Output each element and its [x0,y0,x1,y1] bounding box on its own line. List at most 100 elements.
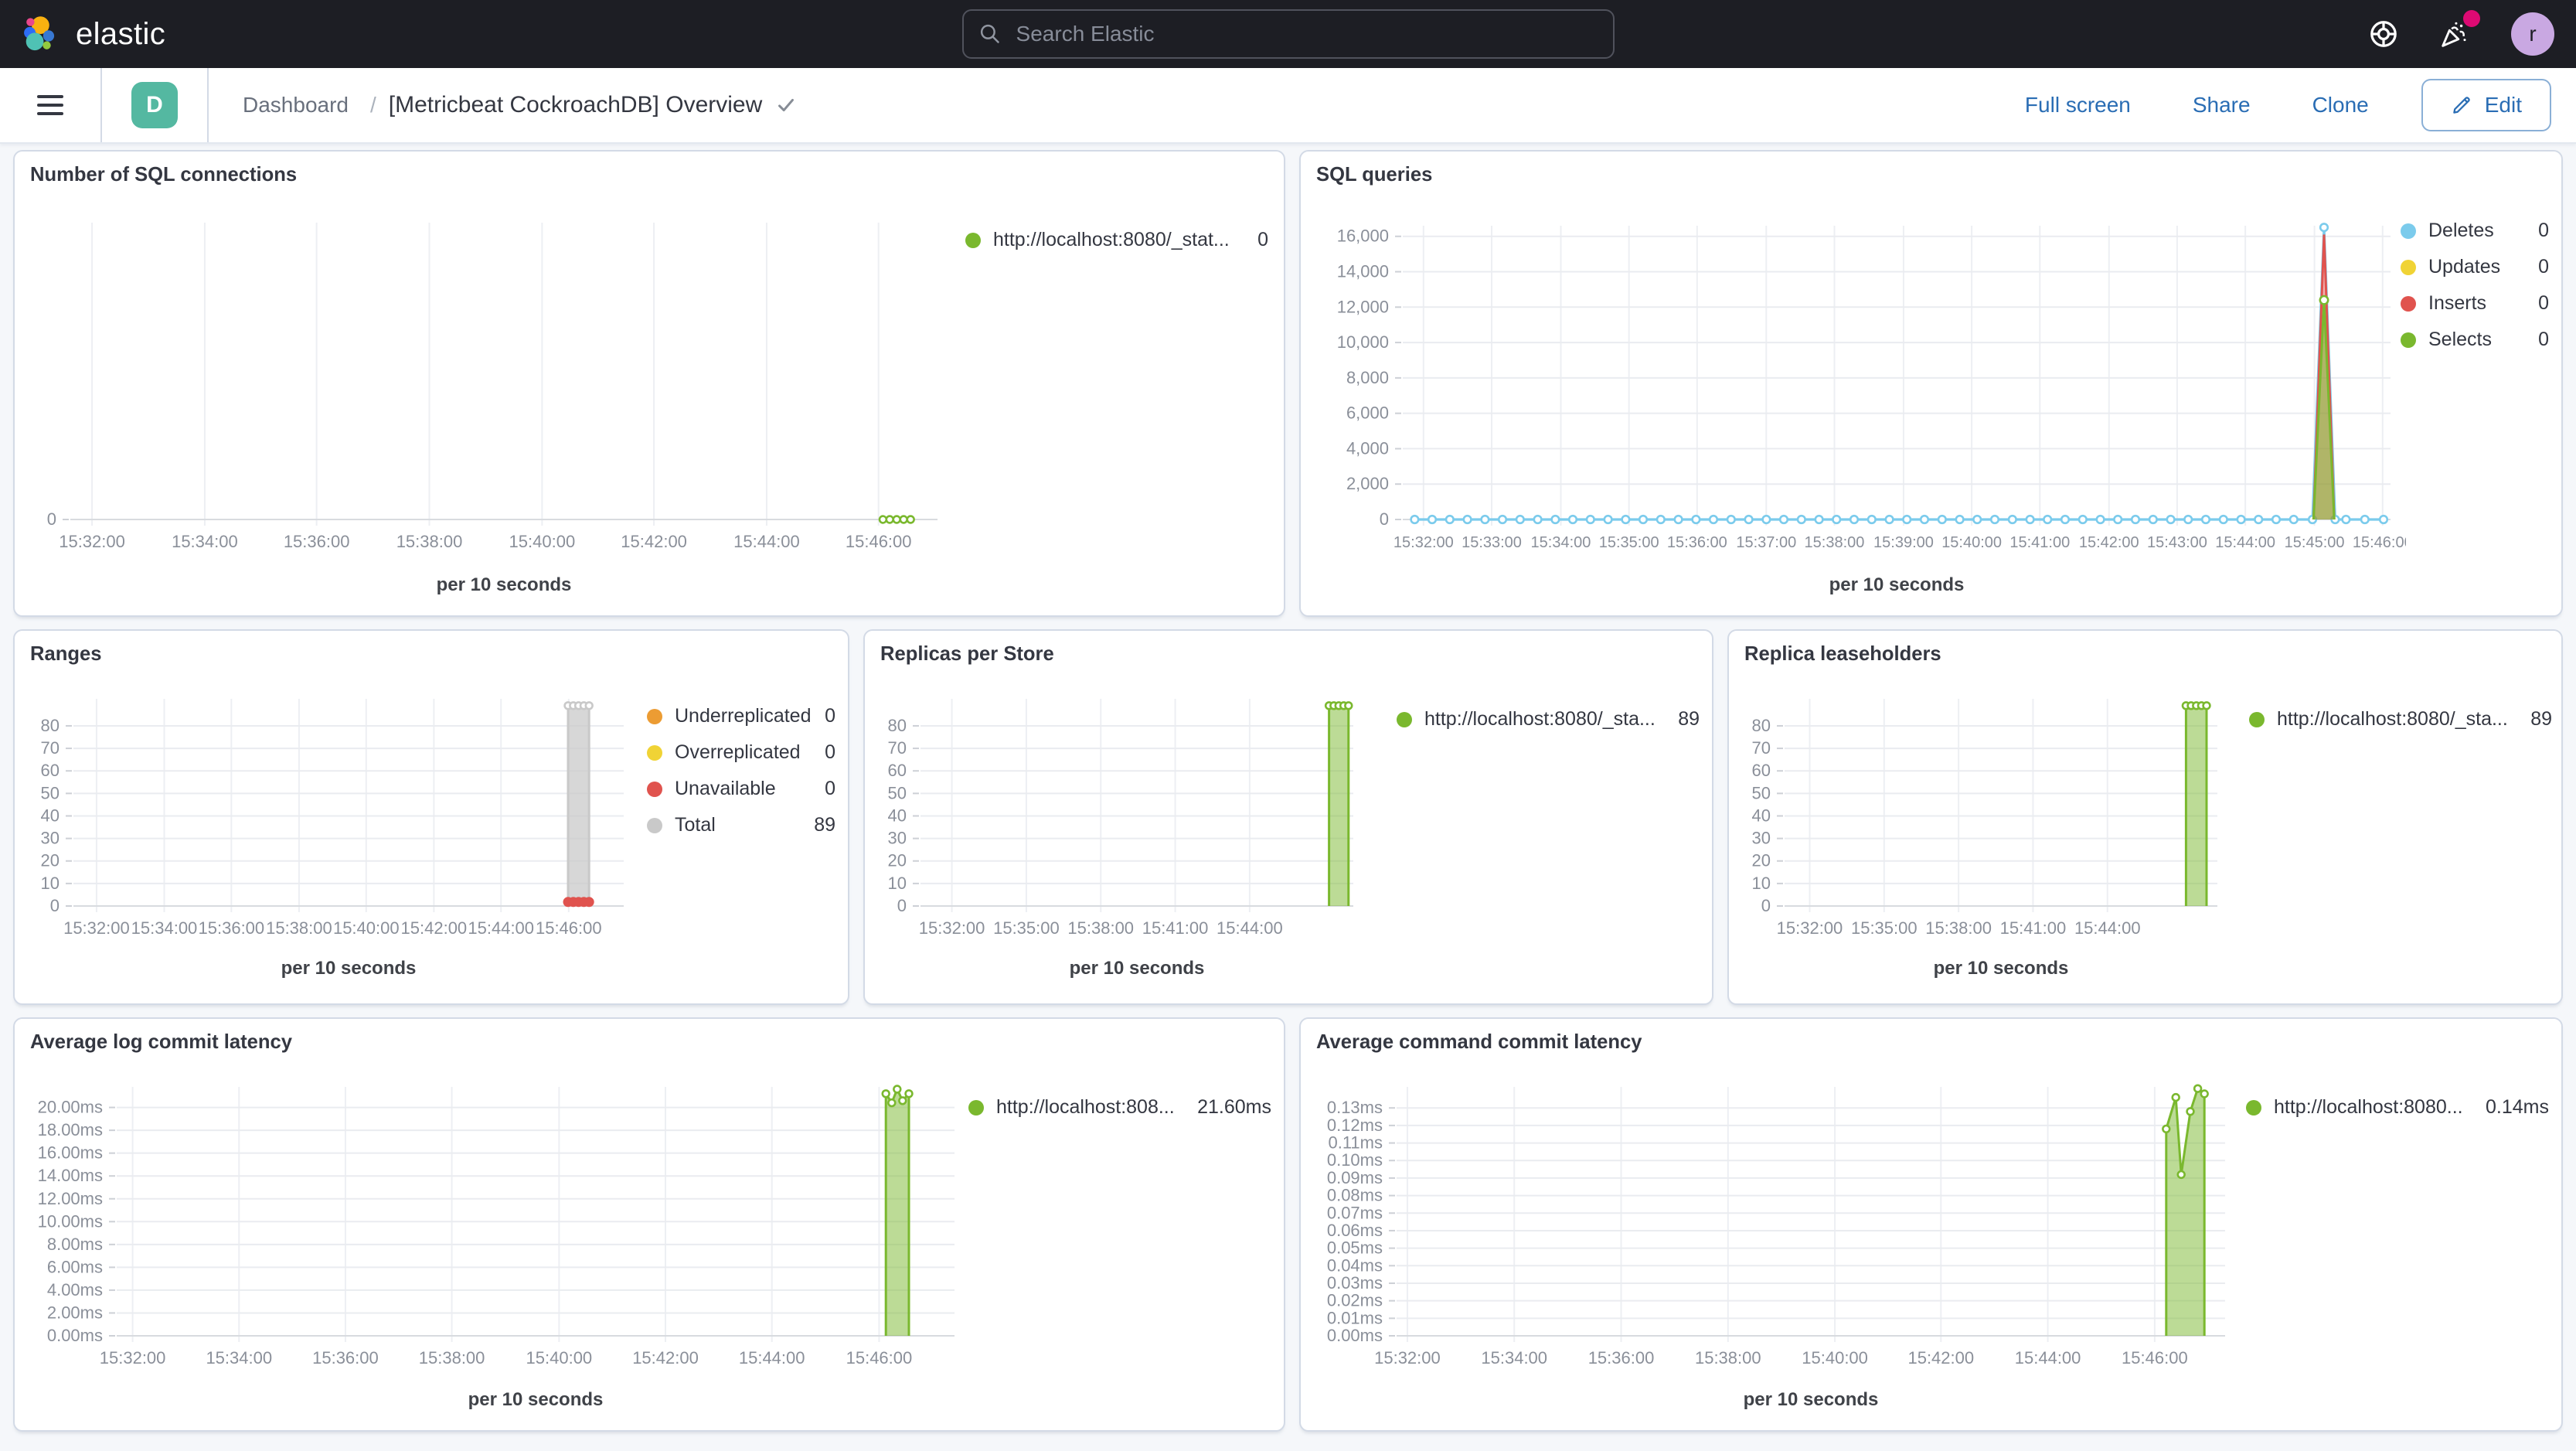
svg-text:2.00ms: 2.00ms [47,1303,103,1322]
search-input[interactable] [1012,20,1598,48]
svg-text:15:34:00: 15:34:00 [172,532,238,551]
legend-item[interactable]: http://localhost:8080/_stat... 0 [965,229,1268,251]
svg-text:15:40:00: 15:40:00 [1941,534,2002,551]
space-badge[interactable]: D [131,82,178,128]
chart-sql-queries[interactable]: 0 2,000 4,000 6,000 8,000 10,000 12,000 14,000 1… [1316,198,2406,603]
svg-text:per 10 seconds: per 10 seconds [281,958,417,979]
space-selector-wrap: D [102,68,209,142]
svg-text:0.00ms: 0.00ms [47,1326,103,1345]
user-avatar[interactable]: r [2511,12,2554,56]
svg-text:0: 0 [50,896,60,915]
global-search[interactable] [961,9,1615,59]
edit-button[interactable]: Edit [2421,79,2551,131]
svg-text:15:41:00: 15:41:00 [2000,918,2067,938]
svg-text:10.00ms: 10.00ms [38,1211,103,1231]
chart-number-of-sql-connections[interactable]: 015:32:00 15:34:00 15:36:00 15:38:00 15:40:0… [27,198,962,603]
svg-text:15:35:00: 15:35:00 [1851,918,1918,938]
panel-title[interactable]: Ranges [30,643,101,666]
svg-text:per 10 seconds: per 10 seconds [1744,1389,1879,1410]
svg-text:15:42:00: 15:42:00 [632,1348,699,1368]
toolbar-actions: Full screen Share Clone Edit [2016,79,2576,131]
svg-text:0.06ms: 0.06ms [1327,1221,1383,1240]
legend-color-dot [965,232,981,248]
svg-text:18.00ms: 18.00ms [38,1120,103,1139]
svg-text:15:40:00: 15:40:00 [509,532,576,551]
legend-color-dot [647,817,662,833]
panel-title[interactable]: SQL queries [1316,164,1432,186]
legend-item[interactable]: http://localhost:808... 21.60ms [968,1096,1271,1119]
breadcrumb-dashboard-link[interactable]: Dashboard [233,91,358,119]
chart-average-log-commit-latency[interactable]: 0.00ms 2.00ms 4.00ms 6.00ms 8.00ms 10.00ms 12.… [27,1065,970,1418]
chart-replica-leaseholders[interactable]: 0 10 20 30 40 50 60 70 80 15:32:00 15:35:00 15:38:0… [1735,677,2233,986]
svg-text:15:34:00: 15:34:00 [1481,1348,1547,1368]
chart-legend: http://localhost:808... 21.60ms [968,1096,1271,1133]
legend-item[interactable]: Unavailable 0 [647,778,835,800]
search-icon [980,24,999,43]
svg-text:60: 60 [1752,761,1771,780]
panel-title[interactable]: Average log commit latency [30,1031,292,1054]
svg-text:15:44:00: 15:44:00 [1217,918,1283,938]
chart-ranges[interactable]: 0 10 20 30 40 50 60 70 80 15:32:00 15:34:00 15:36:0… [24,677,642,986]
svg-text:50: 50 [1752,783,1771,802]
chart-replicas-per-store[interactable]: 0 10 20 30 40 50 60 70 80 15:32:00 15:35:00 15:38:0… [871,677,1369,986]
svg-text:15:44:00: 15:44:00 [2015,1348,2081,1368]
legend-item[interactable]: http://localhost:8080... 0.14ms [2246,1096,2549,1119]
legend-value: 0 [825,741,835,763]
panel-title[interactable]: Average command commit latency [1316,1031,1642,1054]
legend-item[interactable]: Deletes 0 [2401,220,2549,242]
title-check-icon[interactable] [774,94,798,117]
kibana-app: elastic Search Elastic r D Dashboard / [… [0,0,2576,1432]
full-screen-button[interactable]: Full screen [2016,91,2140,119]
svg-text:50: 50 [41,783,60,802]
svg-text:15:32:00: 15:32:00 [63,918,130,938]
svg-text:15:44:00: 15:44:00 [733,532,800,551]
svg-text:80: 80 [888,716,907,735]
help-button[interactable] [2369,19,2398,49]
legend-item[interactable]: Updates 0 [2401,256,2549,278]
svg-text:0.02ms: 0.02ms [1327,1291,1383,1310]
svg-text:70: 70 [1752,738,1771,758]
legend-value: 0 [825,705,835,727]
legend-item[interactable]: Total 89 [647,814,835,836]
chart-average-command-commit-latency[interactable]: 0.00ms0.01ms0.02ms0.03ms0.04ms0.05ms0.06… [1316,1065,2244,1418]
newsfeed-button[interactable] [2438,10,2480,50]
svg-text:0: 0 [897,896,907,915]
svg-text:0.03ms: 0.03ms [1327,1273,1383,1293]
legend-value: 0.14ms [2486,1096,2549,1118]
share-button[interactable]: Share [2183,91,2260,119]
legend-item[interactable]: Overreplicated 0 [647,741,835,764]
svg-text:15:38:00: 15:38:00 [419,1348,485,1368]
legend-item[interactable]: http://localhost:8080/_sta... 89 [1397,708,1700,731]
legend-item[interactable]: http://localhost:8080/_sta... 89 [2249,708,2552,731]
legend-color-dot [647,781,662,797]
elastic-logo[interactable]: elastic [22,14,165,54]
clone-button[interactable]: Clone [2303,91,2378,119]
legend-item[interactable]: Inserts 0 [2401,292,2549,315]
svg-text:15:32:00: 15:32:00 [1374,1348,1441,1368]
panel-title[interactable]: Number of SQL connections [30,164,297,186]
top-header: elastic Search Elastic r [0,0,2576,68]
legend-label: Underreplicated [675,705,812,727]
panel-number-of-sql-connections: Number of SQL connections 0 15:32:00 15:34… [13,150,1285,617]
svg-text:14,000: 14,000 [1337,262,1389,281]
svg-text:40: 40 [1752,806,1771,825]
svg-text:12.00ms: 12.00ms [38,1189,103,1208]
svg-text:15:44:00: 15:44:00 [468,918,534,938]
legend-item[interactable]: Underreplicated 0 [647,705,835,727]
svg-text:15:33:00: 15:33:00 [1462,534,1522,551]
svg-text:20: 20 [41,851,60,870]
legend-color-dot [1397,711,1412,727]
svg-text:15:32:00: 15:32:00 [919,918,985,938]
svg-text:12,000: 12,000 [1337,297,1389,316]
legend-item[interactable]: Selects 0 [2401,329,2549,351]
svg-text:0.08ms: 0.08ms [1327,1186,1383,1205]
svg-text:15:46:00: 15:46:00 [536,918,602,938]
svg-text:15:38:00: 15:38:00 [266,918,332,938]
panel-title[interactable]: Replica leaseholders [1744,643,1941,666]
svg-text:0.10ms: 0.10ms [1327,1150,1383,1170]
svg-text:15:46:00: 15:46:00 [846,1348,913,1368]
panel-title[interactable]: Replicas per Store [880,643,1054,666]
hamburger-menu-button[interactable] [0,68,102,142]
svg-text:80: 80 [1752,716,1771,735]
svg-text:15:46:00: 15:46:00 [2122,1348,2188,1368]
